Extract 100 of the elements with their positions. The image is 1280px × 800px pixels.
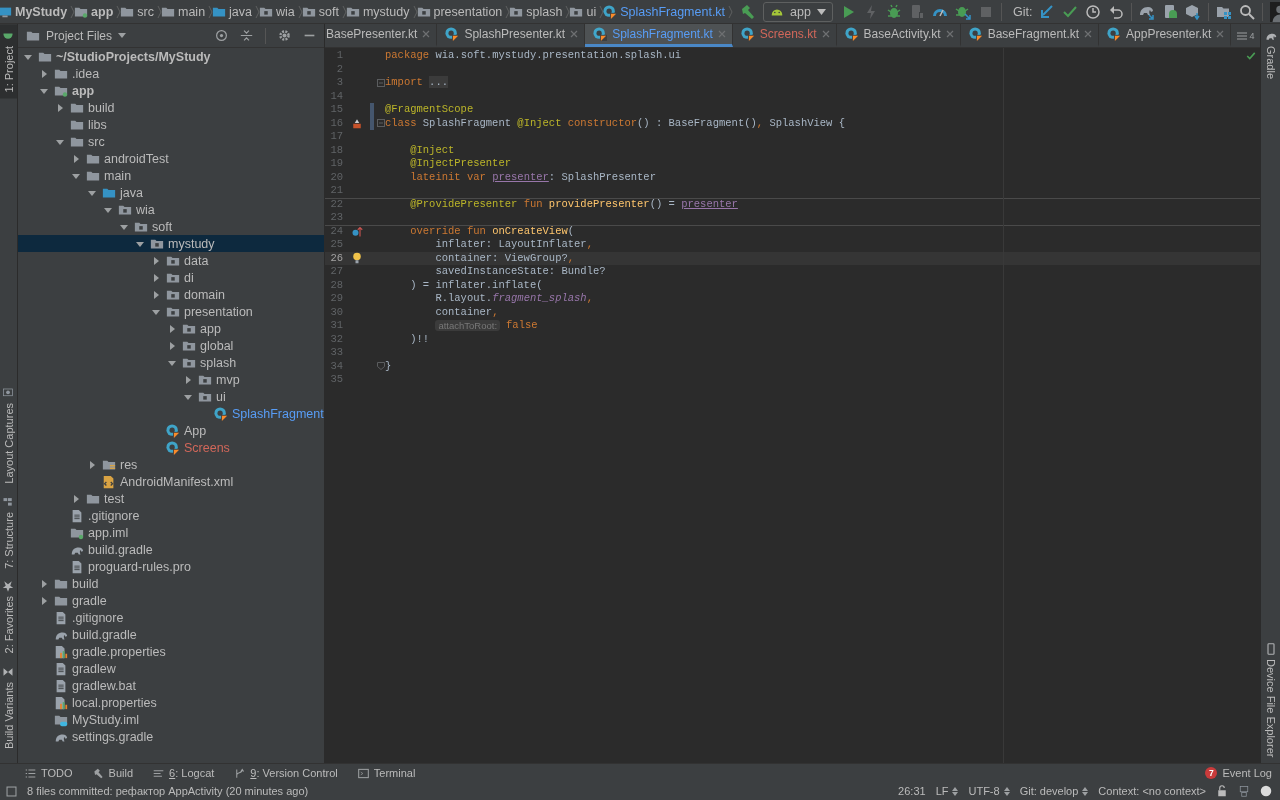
tree-item[interactable]: build <box>18 99 324 116</box>
collapse-arrow-icon[interactable] <box>167 340 177 351</box>
tool-window-button[interactable]: Layout Captures <box>0 380 17 490</box>
tool-window-button[interactable]: 6: Logcat <box>153 767 215 779</box>
collapse-arrow-icon[interactable] <box>167 323 177 334</box>
tree-item[interactable]: src <box>18 133 324 150</box>
collapse-arrow-icon[interactable] <box>39 578 49 589</box>
collapse-arrow-icon[interactable] <box>39 595 49 606</box>
breadcrumb[interactable]: app <box>73 4 123 19</box>
tool-window-button[interactable]: Gradle <box>1261 24 1280 86</box>
status-field[interactable]: Git: develop <box>1019 785 1089 797</box>
target-icon[interactable] <box>215 29 228 42</box>
breadcrumb[interactable]: java <box>211 4 262 19</box>
tree-item[interactable]: local.properties <box>18 694 324 711</box>
tool-window-button[interactable]: Build <box>92 767 134 779</box>
collapse-all-icon[interactable] <box>240 29 253 42</box>
status-field[interactable]: Context: <no context> <box>1098 785 1206 797</box>
fold-icon[interactable] <box>376 362 385 371</box>
tree-item[interactable]: gradle <box>18 592 324 609</box>
collapse-arrow-icon[interactable] <box>55 102 65 113</box>
tree-item[interactable]: .gitignore <box>18 507 324 524</box>
arrow-icon[interactable] <box>1039 3 1056 20</box>
tree-item[interactable]: build <box>18 575 324 592</box>
tree-item[interactable]: gradlew <box>18 660 324 677</box>
status-field[interactable]: 26:31 <box>898 785 926 797</box>
tree-item[interactable]: ~/StudioProjects/MyStudy <box>18 48 324 65</box>
tree-item[interactable]: gradle.properties <box>18 643 324 660</box>
tree-item[interactable]: mvp <box>18 371 324 388</box>
breadcrumb[interactable]: src <box>119 4 163 19</box>
tool-window-button[interactable]: 7: Structure <box>0 489 17 575</box>
tree-item[interactable]: App <box>18 422 324 439</box>
close-icon[interactable] <box>1216 30 1225 38</box>
tree-item[interactable]: proguard-rules.pro <box>18 558 324 575</box>
override-icon[interactable] <box>350 225 363 238</box>
hammer-icon[interactable] <box>740 3 757 20</box>
tree-item[interactable]: main <box>18 167 324 184</box>
collapse-arrow-icon[interactable] <box>151 255 161 266</box>
tree-item[interactable]: di <box>18 269 324 286</box>
tree-item[interactable]: libs <box>18 116 324 133</box>
collapse-arrow-icon[interactable] <box>71 493 81 504</box>
tree-item[interactable]: presentation <box>18 303 324 320</box>
view-dropdown[interactable]: Project Files <box>26 28 127 43</box>
tree-item[interactable]: soft <box>18 218 324 235</box>
breadcrumb[interactable]: presentation <box>415 4 512 19</box>
status-field[interactable]: UTF-8 <box>968 785 1010 797</box>
change-marker[interactable] <box>370 116 374 130</box>
editor-tab[interactable]: SplashFragment.kt <box>585 24 733 47</box>
tree-item[interactable]: .gitignore <box>18 609 324 626</box>
collapse-arrow-icon[interactable] <box>87 459 97 470</box>
tree-item[interactable]: androidTest <box>18 150 324 167</box>
fold-icon[interactable] <box>376 119 385 128</box>
breadcrumb[interactable]: MyStudy <box>0 4 77 19</box>
fold-icon[interactable] <box>376 78 385 87</box>
breadcrumb[interactable]: soft <box>300 4 348 19</box>
breadcrumb[interactable]: wia <box>258 4 304 19</box>
robot-icon[interactable] <box>1238 785 1250 797</box>
tree-item[interactable]: app <box>18 82 324 99</box>
event-log-button[interactable]: 7 Event Log <box>1205 767 1272 779</box>
close-icon[interactable] <box>1084 30 1093 38</box>
settings-icon[interactable] <box>278 29 291 42</box>
tree-item[interactable]: build.gradle <box>18 541 324 558</box>
tree-item[interactable]: wia <box>18 201 324 218</box>
tree-item[interactable]: mystudy <box>18 235 324 252</box>
layout-icon[interactable] <box>350 117 363 130</box>
tool-window-button[interactable]: Terminal <box>357 767 416 779</box>
tree-item[interactable]: domain <box>18 286 324 303</box>
close-icon[interactable] <box>570 30 579 38</box>
tree-item[interactable]: .idea <box>18 65 324 82</box>
breadcrumb[interactable]: splash <box>508 4 572 19</box>
tree-item[interactable]: SplashFragment <box>18 405 324 422</box>
close-icon[interactable] <box>821 30 830 38</box>
tree-item[interactable]: data <box>18 252 324 269</box>
tool-window-button[interactable]: Device File Explorer <box>1261 636 1280 763</box>
editor-tab[interactable]: BasePresenter.kt <box>325 24 438 47</box>
tree-item[interactable]: app <box>18 320 324 337</box>
collapse-arrow-icon[interactable] <box>183 374 193 385</box>
breadcrumb[interactable]: mystudy <box>344 4 419 19</box>
status-field[interactable]: LF <box>935 785 959 797</box>
search-icon[interactable] <box>1239 3 1256 20</box>
tree-item[interactable]: MyStudy.iml <box>18 711 324 728</box>
lock-icon[interactable] <box>1216 785 1228 797</box>
device-icon[interactable] <box>1162 3 1179 20</box>
tree-item[interactable]: res <box>18 456 324 473</box>
hidden-tabs-button[interactable]: 4 <box>1231 24 1260 47</box>
tool-window-button[interactable]: TODO <box>25 767 73 779</box>
tree-item[interactable]: test <box>18 490 324 507</box>
tree-item[interactable]: ui <box>18 388 324 405</box>
cube-icon[interactable] <box>1185 3 1202 20</box>
bulb-icon[interactable] <box>350 252 363 265</box>
tree-item[interactable]: gradlew.bat <box>18 677 324 694</box>
run-config-dropdown[interactable]: app <box>763 1 833 22</box>
collapse-arrow-icon[interactable] <box>151 272 161 283</box>
tree-item[interactable]: Screens <box>18 439 324 456</box>
tool-window-button[interactable]: Build Variants <box>0 659 17 755</box>
breadcrumb[interactable]: ui <box>568 4 606 19</box>
tree-item[interactable]: settings.gradle <box>18 728 324 745</box>
tool-window-button[interactable]: 2: Favorites <box>0 574 17 660</box>
editor-tab[interactable]: AppPresenter.kt <box>1099 24 1232 47</box>
collapse-arrow-icon[interactable] <box>71 153 81 164</box>
tool-window-button[interactable]: 1: Project <box>0 24 17 99</box>
